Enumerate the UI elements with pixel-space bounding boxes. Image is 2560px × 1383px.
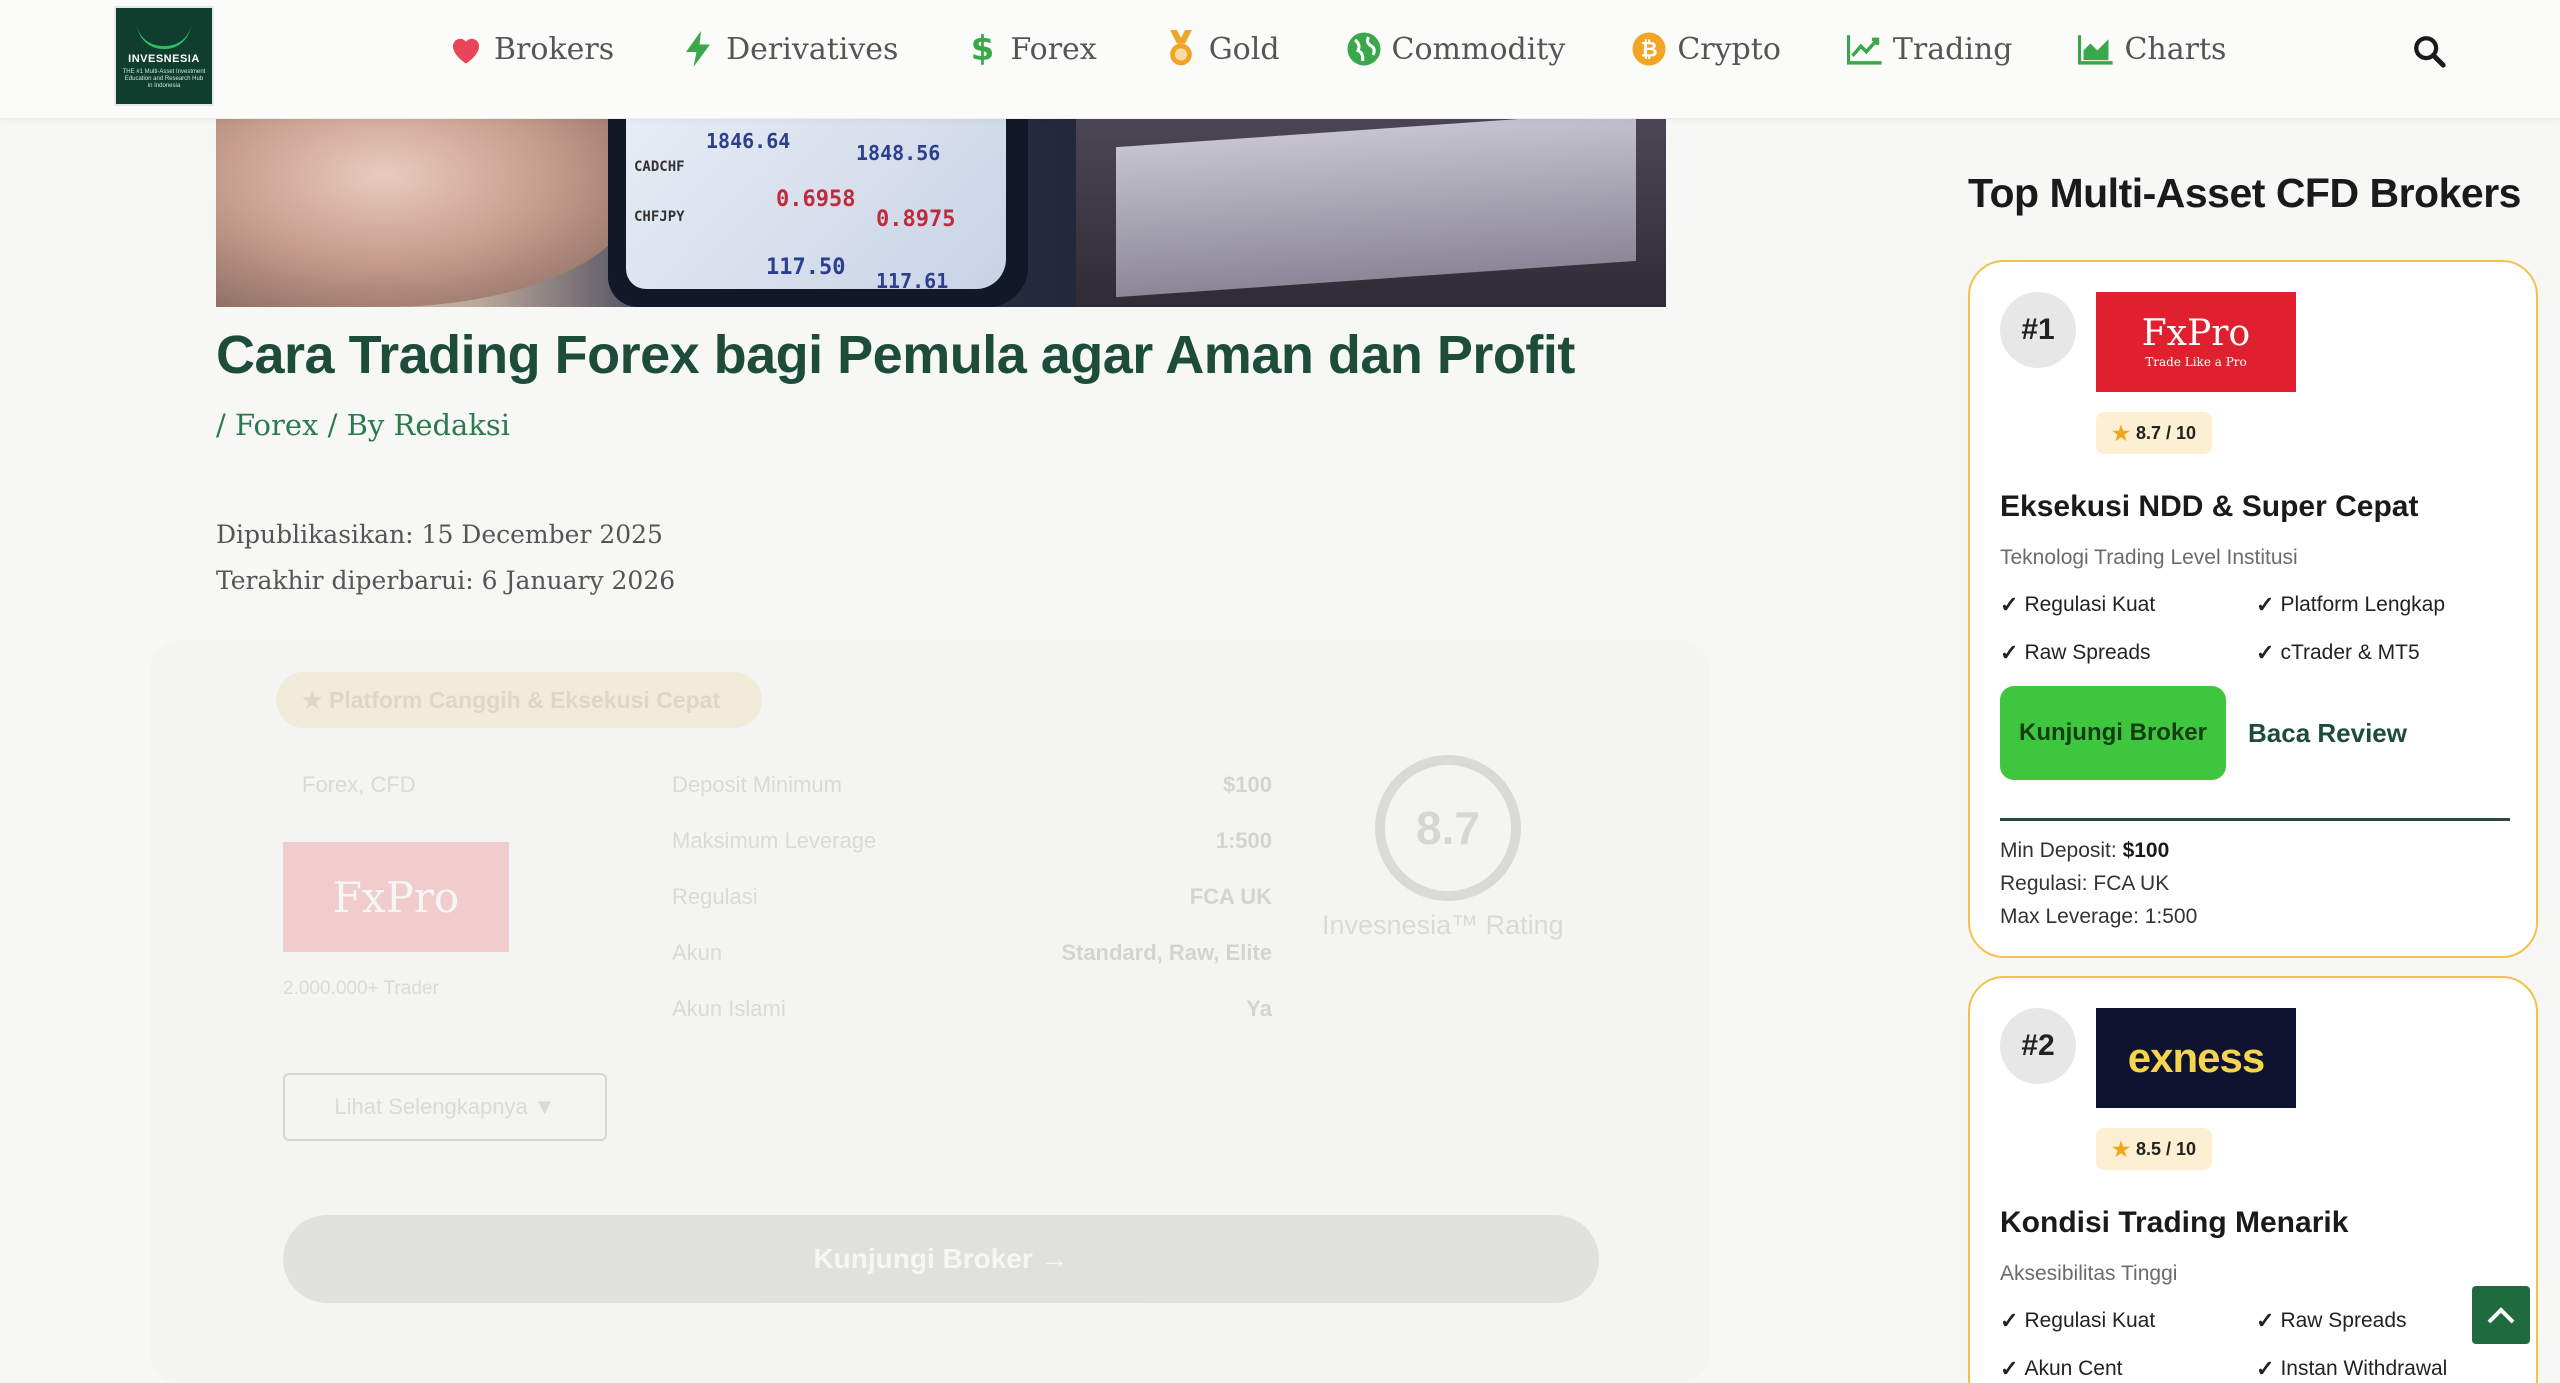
spec-value: Ya bbox=[1246, 996, 1272, 1021]
divider bbox=[2000, 818, 2510, 821]
featured-score-ring: 8.7 bbox=[1375, 755, 1521, 901]
author-link[interactable]: Redaksi bbox=[394, 408, 511, 442]
check-icon: ✓ bbox=[2256, 1356, 2275, 1381]
rating-badge: ★ 8.5 / 10 bbox=[2096, 1128, 2212, 1170]
featured-broker-logo: FxPro bbox=[283, 842, 509, 952]
spec-label: Regulasi bbox=[672, 884, 758, 909]
article-meta: / Forex / By Redaksi bbox=[216, 408, 511, 442]
featured-users: 2.000.000+ Trader bbox=[283, 978, 439, 999]
line-chart-icon bbox=[1846, 31, 1883, 67]
nav-item-charts[interactable]: Charts bbox=[2078, 24, 2226, 74]
nav-item-derivatives[interactable]: Derivatives bbox=[680, 24, 898, 74]
spec-value: FCA UK bbox=[1189, 884, 1272, 909]
feature-item: ✓ cTrader & MT5 bbox=[2256, 640, 2420, 665]
broker-subtitle: Teknologi Trading Level Institusi bbox=[2000, 546, 2298, 569]
check-icon: ✓ bbox=[2000, 1356, 2019, 1381]
check-icon: ✓ bbox=[2256, 640, 2275, 665]
scroll-to-top-button[interactable] bbox=[2472, 1286, 2530, 1344]
broker-card-2: #2 exness ★ 8.5 / 10 Kondisi Trading Men… bbox=[1968, 976, 2538, 1383]
feature-item: ✓ Akun Cent bbox=[2000, 1356, 2123, 1381]
fxpro-logo[interactable]: FxPro Trade Like a Pro bbox=[2096, 292, 2296, 392]
bull-logo-icon bbox=[137, 23, 191, 49]
feature-item: ✓ Raw Spreads bbox=[2000, 640, 2151, 665]
spec-label: Maksimum Leverage bbox=[672, 828, 877, 853]
max-leverage: Max Leverage: 1:500 bbox=[2000, 905, 2198, 928]
feature-item: ✓ Regulasi Kuat bbox=[2000, 1308, 2156, 1333]
rating-badge: ★ 8.7 / 10 bbox=[2096, 412, 2212, 454]
broker-headline: Kondisi Trading Menarik bbox=[2000, 1206, 2349, 1239]
updated-date: Terakhir diperbarui: 6 January 2026 bbox=[216, 566, 676, 595]
spec-value: $100 bbox=[1223, 772, 1272, 797]
sidebar-heading: Top Multi-Asset CFD Brokers bbox=[1968, 170, 2521, 216]
broker-card-1: #1 FxPro Trade Like a Pro ★ 8.7 / 10 Eks… bbox=[1968, 260, 2538, 958]
spec-label: Akun Islami bbox=[672, 996, 786, 1021]
rank-badge: #2 bbox=[2000, 1008, 2076, 1084]
broker-subtitle: Aksesibilitas Tinggi bbox=[2000, 1262, 2178, 1285]
min-deposit: Min Deposit: $100 bbox=[2000, 839, 2170, 862]
chevron-up-icon bbox=[2487, 1307, 2515, 1324]
feature-item: ✓ Regulasi Kuat bbox=[2000, 592, 2156, 617]
category-link[interactable]: Forex bbox=[235, 408, 318, 442]
feature-list: ✓ Regulasi Kuat ✓ Raw Spreads ✓ Akun Cent ✓… bbox=[2000, 1308, 2520, 1382]
article-dates: Dipublikasikan: 15 December 2025 Terakhi… bbox=[216, 512, 675, 604]
site-header: INVESNESIA THE #1 Multi-Asset Investment… bbox=[0, 0, 2560, 119]
area-chart-icon bbox=[2078, 31, 2114, 67]
feature-item: ✓ Platform Lengkap bbox=[2256, 592, 2446, 617]
check-icon: ✓ bbox=[2000, 592, 2019, 617]
check-icon: ✓ bbox=[2000, 1308, 2019, 1333]
globe-icon bbox=[1346, 31, 1382, 67]
rank-badge: #1 bbox=[2000, 292, 2076, 368]
heart-icon bbox=[448, 31, 484, 67]
phone-screen-image: 1846.64 1848.56 CADCHF 0.6958 0.8975 CHF… bbox=[626, 119, 1006, 293]
nav-item-gold[interactable]: Gold bbox=[1163, 24, 1280, 74]
nav-item-trading[interactable]: Trading bbox=[1846, 24, 2012, 74]
site-logo[interactable]: INVESNESIA THE #1 Multi-Asset Investment… bbox=[114, 6, 214, 106]
nav-item-forex[interactable]: $ Forex bbox=[964, 24, 1097, 74]
broker-info: Min Deposit: $100 Regulasi: FCA UK Max L… bbox=[2000, 834, 2197, 933]
featured-tag: Forex, CFD bbox=[302, 772, 416, 797]
spec-label: Deposit Minimum bbox=[672, 772, 842, 797]
read-review-link[interactable]: Baca Review bbox=[2248, 718, 2407, 749]
check-icon: ✓ bbox=[2256, 592, 2275, 617]
main-nav: Brokers Derivatives $ Forex Gold Commodi… bbox=[448, 24, 2292, 74]
hand-image bbox=[216, 119, 636, 307]
featured-badge: ★ Platform Canggih & Eksekusi Cepat bbox=[276, 672, 762, 728]
star-icon: ★ bbox=[2112, 422, 2130, 445]
featured-score-label: Invesnesia™ Rating bbox=[1322, 910, 1564, 940]
spec-label: Akun bbox=[672, 940, 723, 965]
medal-icon bbox=[1163, 30, 1199, 67]
nav-item-commodity[interactable]: Commodity bbox=[1346, 24, 1565, 74]
article-hero-image: 1846.64 1848.56 CADCHF 0.6958 0.8975 CHF… bbox=[216, 119, 1666, 307]
spec-value: 1:500 bbox=[1215, 828, 1272, 853]
check-icon: ✓ bbox=[2256, 1308, 2275, 1333]
broker-headline: Eksekusi NDD & Super Cepat bbox=[2000, 490, 2419, 523]
bitcoin-icon: ₿ bbox=[1631, 31, 1667, 67]
nav-item-brokers[interactable]: Brokers bbox=[448, 24, 614, 74]
regulation: Regulasi: FCA UK bbox=[2000, 872, 2170, 895]
visit-broker-button[interactable]: Kunjungi Broker bbox=[2000, 686, 2226, 780]
feature-list: ✓ Regulasi Kuat ✓ Platform Lengkap ✓ Raw Sp… bbox=[2000, 592, 2520, 666]
exness-logo[interactable]: exness bbox=[2096, 1008, 2296, 1108]
bolt-icon bbox=[680, 31, 716, 67]
star-icon: ★ bbox=[2112, 1138, 2130, 1161]
svg-text:₿: ₿ bbox=[1641, 38, 1658, 62]
details-toggle-button[interactable]: Lihat Selengkapnya ▼ bbox=[283, 1073, 607, 1141]
published-date: Dipublikasikan: 15 December 2025 bbox=[216, 520, 663, 549]
search-icon[interactable] bbox=[2412, 34, 2452, 74]
nav-item-crypto[interactable]: ₿ Crypto bbox=[1631, 24, 1781, 74]
article-title: Cara Trading Forex bagi Pemula agar Aman… bbox=[216, 325, 1575, 385]
spec-value: Standard, Raw, Elite bbox=[1061, 940, 1272, 965]
dollar-icon: $ bbox=[970, 29, 995, 69]
feature-item: ✓ Instan Withdrawal bbox=[2256, 1356, 2448, 1381]
check-icon: ✓ bbox=[2000, 640, 2019, 665]
featured-visit-button[interactable]: Kunjungi Broker → bbox=[283, 1215, 1599, 1303]
